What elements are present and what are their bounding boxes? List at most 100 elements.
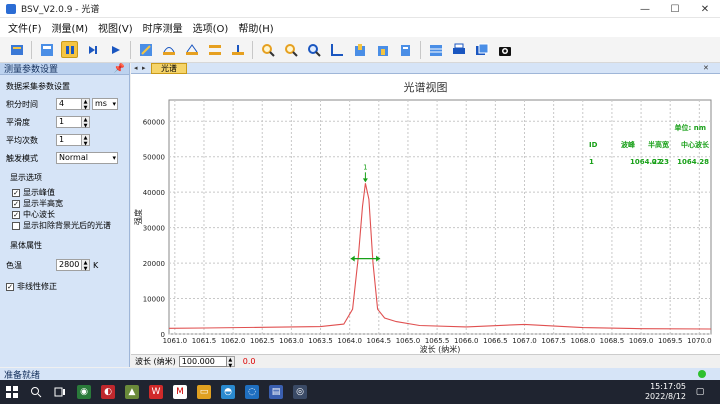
search-icon[interactable] <box>29 385 43 399</box>
windows-start-icon[interactable] <box>5 385 19 399</box>
edit-chart-icon[interactable] <box>137 41 154 58</box>
baseline-icon[interactable] <box>229 41 246 58</box>
peak-icon[interactable] <box>183 41 200 58</box>
spectrum-chart[interactable]: 光谱视图 1061.0 1061.5 1062.0 1062.5 1063.0 1063.… <box>131 74 720 354</box>
windows-icon[interactable] <box>473 41 490 58</box>
menu-measure[interactable]: 测量(M) <box>52 20 88 35</box>
camera-icon[interactable] <box>496 41 513 58</box>
checkbox-empty-icon <box>12 221 20 230</box>
average-row: 平均次数 1 ▲ ▼ <box>6 132 123 148</box>
x-tick-label: 1061.0 <box>163 337 188 345</box>
nonlinear-checkbox[interactable]: ✓ 非线性修正 <box>6 281 123 292</box>
app-active-icon[interactable]: ◎ <box>293 385 307 399</box>
menu-file[interactable]: 文件(F) <box>8 20 42 35</box>
integration-input[interactable]: 4 <box>56 98 82 110</box>
play-icon[interactable] <box>107 41 124 58</box>
spectrum-icon[interactable] <box>160 41 177 58</box>
toolbar-divider <box>31 40 32 59</box>
browser-icon[interactable]: ◌ <box>245 385 259 399</box>
annotation-header: 中心波长 <box>681 140 710 149</box>
trigger-select[interactable]: Normal ▾ <box>56 152 118 164</box>
axis-icon[interactable] <box>328 41 345 58</box>
annotation-cell: 0.23 <box>652 158 669 166</box>
checkbox-checked-icon: ✓ <box>12 188 20 197</box>
menu-view[interactable]: 视图(V) <box>98 20 133 35</box>
minimize-icon[interactable]: — <box>630 0 660 18</box>
app-m-icon[interactable]: M <box>173 385 187 399</box>
app-doc-icon[interactable]: ▤ <box>269 385 283 399</box>
fwhm-icon[interactable] <box>206 41 223 58</box>
close-tab-icon[interactable]: ✕ <box>703 64 709 72</box>
color-temp-row: 色温 2800 ▲ ▼ K <box>6 257 123 273</box>
average-input[interactable]: 1 <box>56 134 82 146</box>
chevron-right-icon[interactable]: ▸ <box>142 64 146 72</box>
wavelength-stepper[interactable]: ▲ ▼ <box>226 355 235 369</box>
checkbox-checked-icon: ✓ <box>6 282 14 291</box>
task-view-icon[interactable] <box>53 385 67 399</box>
smoothing-label: 平滑度 <box>6 117 30 127</box>
color-temp-unit: K <box>93 260 99 270</box>
zoom-in-icon[interactable] <box>259 41 276 58</box>
show-fwhm-label: 显示半高宽 <box>23 199 63 208</box>
document-tab-bar: ◂ ▸ 光谱 ✕ <box>131 63 720 74</box>
app-green-icon[interactable]: ◉ <box>77 385 91 399</box>
app-red-icon[interactable]: ◐ <box>101 385 115 399</box>
notification-icon[interactable]: ▢ <box>693 385 707 399</box>
integration-stepper[interactable]: ▲ ▼ <box>82 98 90 111</box>
toolbar-divider <box>420 40 421 59</box>
color-temp-input[interactable]: 2800 <box>56 259 82 271</box>
zoom-out-icon[interactable] <box>282 41 299 58</box>
average-stepper[interactable]: ▲ ▼ <box>82 134 90 147</box>
layout-icon[interactable] <box>38 41 55 58</box>
step-icon[interactable] <box>84 41 101 58</box>
unit-select[interactable]: ms ▾ <box>92 98 118 110</box>
x-tick-label: 1065.0 <box>396 337 421 345</box>
tab-spectrum[interactable]: 光谱 <box>151 63 187 74</box>
integration-label: 积分时间 <box>6 99 38 109</box>
checkbox-checked-icon: ✓ <box>12 210 20 219</box>
smoothing-input[interactable]: 1 <box>56 116 82 128</box>
settings-icon[interactable] <box>8 41 25 58</box>
maximize-icon[interactable]: ☐ <box>660 0 690 18</box>
chevron-left-icon[interactable]: ◂ <box>134 64 138 72</box>
intensity-readout: 0.0 <box>242 356 256 366</box>
wavelength-input[interactable]: 100.000 <box>178 355 227 367</box>
import-icon[interactable] <box>374 41 391 58</box>
app-folder-icon[interactable]: ▭ <box>197 385 211 399</box>
table-icon[interactable] <box>427 41 444 58</box>
export-icon[interactable] <box>351 41 368 58</box>
x-tick-label: 1064.0 <box>337 337 362 345</box>
zoom-fit-icon[interactable] <box>305 41 322 58</box>
title-bar: BSV_V2.0.9 - 光谱 — ☐ ✕ <box>0 0 720 18</box>
app-bsv-icon[interactable]: ▲ <box>125 385 139 399</box>
show-fwhm-checkbox[interactable]: ✓ 显示半高宽 <box>12 198 123 209</box>
wps-icon[interactable]: W <box>149 385 163 399</box>
smoothing-row: 平滑度 1 ▲ ▼ <box>6 114 123 130</box>
x-axis-label: 波长 (纳米) <box>420 344 461 354</box>
menu-help[interactable]: 帮助(H) <box>238 20 273 35</box>
bg-removed-label: 显示扣除背景光后的光谱 <box>23 221 111 230</box>
menu-timeseries[interactable]: 时序测量 <box>143 20 183 35</box>
panel-title: 测量参数设置 <box>4 65 59 75</box>
y-tick-label: 0 <box>161 331 165 339</box>
printer-icon[interactable] <box>450 41 467 58</box>
integration-row: 积分时间 4 ▲ ▼ ms ▾ <box>6 96 123 112</box>
y-tick-label: 10000 <box>143 296 165 304</box>
app-blue-icon[interactable]: ◓ <box>221 385 235 399</box>
menu-options[interactable]: 选项(O) <box>193 20 229 35</box>
bg-removed-checkbox[interactable]: 显示扣除背景光后的光谱 <box>12 220 123 231</box>
annotation-cell: 1064.28 <box>677 158 709 166</box>
x-tick-label: 1069.0 <box>629 337 654 345</box>
chart-svg[interactable]: 1061.0 1061.5 1062.0 1062.5 1063.0 1063.5 1064… <box>131 74 720 354</box>
x-tick-label: 1069.5 <box>658 337 683 345</box>
clock[interactable]: 15:17:05 2022/8/12 <box>645 382 686 402</box>
copy-icon[interactable] <box>397 41 414 58</box>
acq-group-title: 数据采集参数设置 <box>6 82 70 91</box>
smoothing-stepper[interactable]: ▲ ▼ <box>82 116 90 129</box>
color-temp-stepper[interactable]: ▲ ▼ <box>82 259 90 272</box>
show-peak-checkbox[interactable]: ✓ 显示峰值 <box>12 187 123 198</box>
center-wl-checkbox[interactable]: ✓ 中心波长 <box>12 209 123 220</box>
pause-icon[interactable] <box>61 41 78 58</box>
pin-icon[interactable]: 📌 <box>114 64 125 74</box>
close-icon[interactable]: ✕ <box>690 0 720 18</box>
